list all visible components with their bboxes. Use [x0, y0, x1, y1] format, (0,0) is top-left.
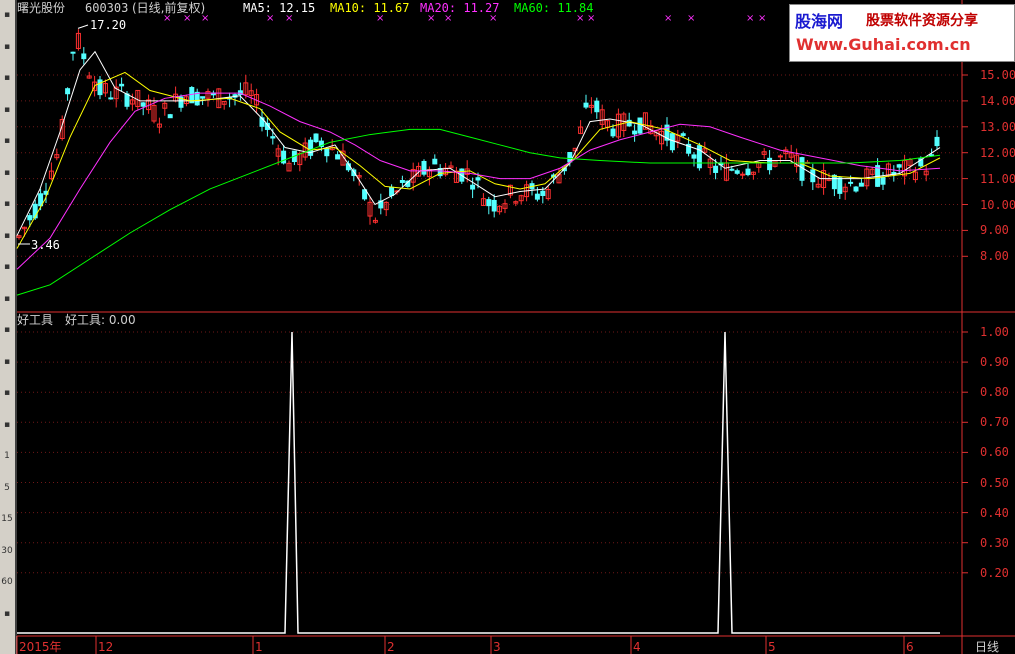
x-tick-label: 5 — [768, 640, 776, 654]
signal-x-mark: × — [758, 13, 766, 24]
candle-down — [167, 114, 173, 119]
x-tick-label: 1 — [255, 640, 263, 654]
candle-down — [308, 139, 314, 156]
signal-x-mark: × — [746, 13, 754, 24]
ma5-line — [16, 50, 941, 236]
watermark-brand: 股海网 — [795, 12, 844, 31]
price-tick-label: 13.00 — [980, 119, 1015, 134]
price-tick-label: 12.00 — [980, 145, 1015, 160]
high-price-label: 17.20 — [90, 18, 127, 32]
candle-down — [432, 158, 438, 165]
indicator-tick-label: 0.70 — [980, 415, 1009, 430]
candle-down — [27, 215, 33, 221]
candle-down — [70, 51, 76, 54]
signal-x-mark: × — [687, 13, 695, 24]
x-tick-label: 4 — [633, 640, 641, 654]
high-marker-arrow — [77, 24, 89, 29]
candle-down — [119, 83, 125, 87]
price-tick-label: 11.00 — [980, 171, 1015, 186]
ma5-label: MA5: 12.15 — [243, 1, 316, 15]
candle-down — [324, 148, 330, 157]
candle-down — [486, 199, 492, 207]
indicator-tick-label: 0.60 — [980, 445, 1009, 460]
candle-down — [534, 193, 540, 200]
candle-down — [124, 93, 130, 107]
candle-down — [140, 102, 146, 107]
candle-down — [837, 177, 843, 194]
candle-down — [880, 176, 886, 185]
candle-down — [745, 168, 751, 176]
indicator-tick-label: 0.80 — [980, 385, 1009, 400]
candle-down — [470, 184, 476, 190]
signal-x-mark: × — [664, 13, 672, 24]
candle-down — [669, 133, 675, 151]
candle-up — [777, 155, 783, 158]
price-tick-label: 15.00 — [980, 68, 1015, 82]
low-price-label: 3.46 — [31, 238, 60, 252]
ma10-label: MA10: 11.67 — [330, 1, 410, 15]
candle-down — [475, 177, 481, 181]
indicator-value: 好工具: 0.00 — [65, 313, 136, 327]
candle-down — [810, 169, 816, 183]
candle-down — [853, 186, 859, 192]
indicator-tick-label: 0.40 — [980, 505, 1009, 520]
candle-down — [896, 164, 902, 168]
x-tick-label: 2015年 — [19, 640, 62, 654]
period-tab[interactable]: 日线 — [975, 640, 999, 654]
price-tick-label: 8.00 — [980, 249, 1009, 264]
chart-canvas: ××××××××××××××××××× — [15, 0, 1015, 654]
stock-code: 600303 — [85, 1, 129, 15]
candle-up — [740, 173, 746, 176]
indicator-tick-label: 0.90 — [980, 355, 1009, 370]
x-tick-label: 2 — [387, 640, 395, 654]
candle-down — [270, 136, 276, 139]
candle-down — [389, 186, 395, 197]
candle-down — [729, 168, 735, 171]
period-label: (日线,前复权) — [132, 1, 206, 15]
candle-down — [65, 88, 71, 95]
candle-down — [313, 133, 319, 143]
candle-down — [583, 102, 589, 108]
stock-name: 曙光股份 — [17, 1, 66, 15]
candle-down — [713, 165, 719, 173]
candle-down — [626, 119, 632, 127]
candle-down — [421, 160, 427, 175]
indicator-tick-label: 0.20 — [980, 565, 1009, 580]
ma60-label: MA60: 11.84 — [514, 1, 594, 15]
candle-down — [540, 190, 546, 197]
candle-down — [934, 136, 940, 147]
watermark-slogan: 股票软件资源分享 — [866, 13, 978, 29]
price-tick-label: 10.00 — [980, 197, 1015, 212]
indicator-tick-label: 0.30 — [980, 535, 1009, 550]
ma20-label: MA20: 11.27 — [420, 1, 500, 15]
indicator-tick-label: 1.00 — [980, 325, 1009, 339]
candle-down — [632, 130, 638, 135]
candle-down — [200, 96, 206, 99]
candle-down — [929, 154, 935, 157]
price-tick-label: 9.00 — [980, 223, 1009, 238]
candle-down — [680, 133, 686, 136]
x-tick-label: 3 — [493, 640, 501, 654]
candle-down — [691, 154, 697, 159]
price-tick-label: 14.00 — [980, 93, 1015, 108]
candle-down — [637, 117, 643, 134]
candle-down — [610, 128, 616, 137]
watermark-logo: 股海网 股票软件资源分享 Www.Guhai.com.cn — [789, 4, 1015, 62]
indicator-title: 好工具 — [17, 313, 54, 327]
x-tick-label: 6 — [906, 640, 914, 654]
watermark-url: Www.Guhai.com.cn — [796, 35, 971, 54]
candle-down — [858, 182, 864, 187]
candle-down — [848, 181, 854, 184]
candle-down — [351, 169, 357, 177]
candle-down — [108, 97, 114, 100]
candle-down — [831, 174, 837, 190]
candle-down — [335, 154, 341, 160]
candle-down — [399, 180, 405, 183]
candle-down — [81, 53, 87, 60]
candle-down — [594, 100, 600, 113]
indicator-tick-label: 0.50 — [980, 475, 1009, 490]
candle-down — [734, 170, 740, 174]
x-tick-label: 12 — [98, 640, 114, 654]
candle-down — [491, 199, 497, 212]
